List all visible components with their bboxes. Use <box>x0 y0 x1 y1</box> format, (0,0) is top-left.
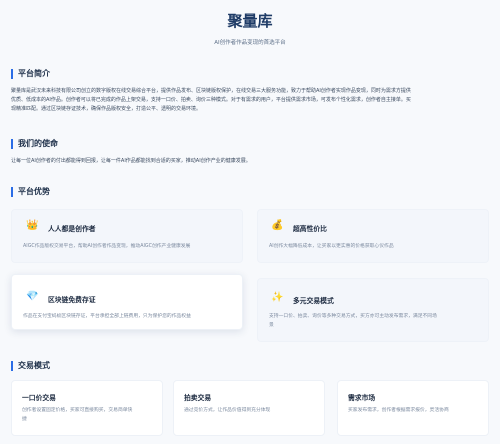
trade-desc: 创作者设置固定价格，买家可直接购买，交易简单快 捷 <box>22 406 132 424</box>
advantage-card-value[interactable]: 💰 超高性价比 AI创作大幅降低成本，让买家以更实惠的价格获取心仪作品 <box>257 209 489 263</box>
trade-card-fixed-price[interactable]: 一口价交易 创作者设置固定价格，买家可直接购买，交易简单快 捷 <box>11 380 163 436</box>
advantage-desc-line: 景 <box>269 323 274 328</box>
advantage-desc: AIGC作品版权交易平台，帮助AI创作者作品变现，推动AIGC创作产业健康发展 <box>23 244 191 249</box>
mission-text: 让每一位AI创作者的付出都能得到回报，让每一件AI作品都能找到合适的买家，推动A… <box>11 158 251 164</box>
section-heading-intro: 平台简介 <box>11 69 50 79</box>
advantage-card-blockchain[interactable]: 💎 区块链免费存证 作品在支付宝蚂蚁区块链存证，平台承担全部上链费用，只为保护您… <box>11 274 243 330</box>
trade-card-auction[interactable]: 拍卖交易 通过竞价方式，让作品价值得到充分体现 <box>173 380 325 436</box>
advantage-title: 超高性价比 <box>293 225 327 233</box>
trade-desc-line: 捷 <box>22 417 27 422</box>
section-heading-advantages: 平台优势 <box>11 187 50 197</box>
intro-line: 优质、低成本的AI作品。创作者可以将已完成的作品上架交易，支持一口价、拍卖、询价… <box>11 97 411 103</box>
trade-desc-line: 创作者设置固定价格，买家可直接购买，交易简单快 <box>22 408 133 413</box>
trade-title: 需求市场 <box>348 394 376 402</box>
advantage-desc: 作品在支付宝蚂蚁区块链存证，平台承担全部上链费用，只为保护您的作品权益 <box>23 314 191 319</box>
advantage-title: 区块链免费存证 <box>48 296 96 304</box>
intro-line: 现精准匹配。通过区块链存证技术，确保作品版权安全，打造公平、透明的交易环境。 <box>11 106 202 112</box>
advantage-desc-line: 支持一口价、拍卖、询价等多种交易方式，买方亦可主动发布需求，满足不同场 <box>269 314 437 319</box>
trade-desc: 买家发布需求，创作者根据需求报价，灵活协商 <box>348 408 449 413</box>
advantage-desc: 支持一口价、拍卖、询价等多种交易方式，买方亦可主动发布需求，满足不同场 景 <box>269 312 437 330</box>
money-bag-icon: 💰 <box>271 220 284 231</box>
advantage-desc: AI创作大幅降低成本，让买家以更实惠的价格获取心仪作品 <box>269 244 394 249</box>
sparkles-icon: ✨ <box>271 292 284 303</box>
trade-card-demand-market[interactable]: 需求市场 买家发布需求，创作者根据需求报价，灵活协商 <box>337 380 489 436</box>
trade-desc: 通过竞价方式，让作品价值得到充分体现 <box>184 408 271 413</box>
advantage-card-trade-modes[interactable]: ✨ 多元交易模式 支持一口价、拍卖、询价等多种交易方式，买方亦可主动发布需求，满… <box>257 278 489 342</box>
page: 聚量库 AI创作者作品变现的首选平台 平台简介 聚量库是武汉未来科技有限公司创立… <box>0 0 500 444</box>
advantage-title: 人人都是创作者 <box>48 225 96 233</box>
section-heading-trade: 交易模式 <box>11 361 50 371</box>
intro-text: 聚量库是武汉未来科技有限公司创立的数字版权在线交易综合平台，提供作品发布、区块链… <box>11 87 493 114</box>
section-heading-mission: 我们的使命 <box>11 139 58 149</box>
page-subtitle: AI创作者作品变现的首选平台 <box>214 40 286 46</box>
page-title: 聚量库 <box>227 12 273 30</box>
trade-title: 一口价交易 <box>22 394 56 402</box>
crown-icon: 👑 <box>26 220 39 231</box>
intro-line: 聚量库是武汉未来科技有限公司创立的数字版权在线交易综合平台，提供作品发布、区块链… <box>11 88 411 94</box>
advantage-title: 多元交易模式 <box>293 297 334 305</box>
diamond-icon: 💎 <box>26 291 39 302</box>
trade-title: 拍卖交易 <box>184 394 212 402</box>
advantage-card-creator[interactable]: 👑 人人都是创作者 AIGC作品版权交易平台，帮助AI创作者作品变现，推动AIG… <box>11 209 243 263</box>
